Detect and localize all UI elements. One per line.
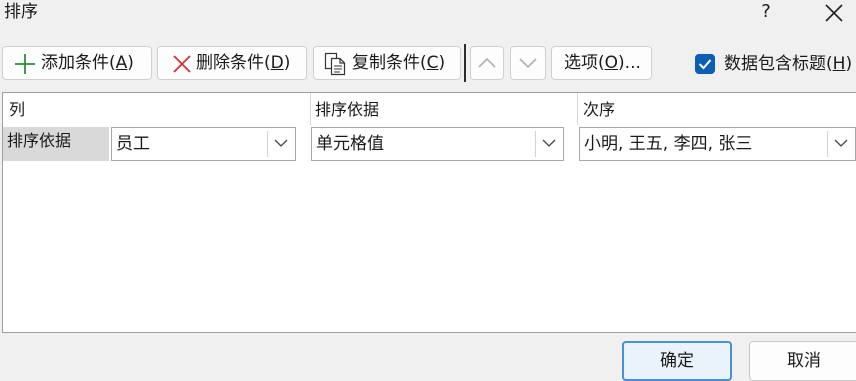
order-select-dropdown[interactable] xyxy=(827,131,853,157)
add-condition-label: 添加条件( xyxy=(41,53,116,73)
delete-condition-close-paren: ) xyxy=(283,53,291,73)
has-headers-checkbox[interactable] xyxy=(695,54,715,74)
header-divider xyxy=(577,93,578,125)
add-condition-hotkey: A xyxy=(115,53,128,73)
header-order: 次序 xyxy=(583,100,616,119)
has-headers-close-paren: ) xyxy=(845,54,853,74)
options-label: 选项( xyxy=(564,53,605,73)
header-divider xyxy=(310,93,311,125)
column-select-dropdown[interactable] xyxy=(267,131,293,157)
add-condition-close-paren: ) xyxy=(127,53,134,73)
title-bar: 排序 ? xyxy=(0,0,856,32)
x-icon xyxy=(173,55,191,73)
options-button[interactable]: 选项(O)... xyxy=(551,46,652,80)
dialog-title: 排序 xyxy=(4,2,38,22)
checkmark-icon xyxy=(698,59,712,70)
delete-condition-button[interactable]: 删除条件(D) xyxy=(157,46,307,80)
sort-on-select-dropdown[interactable] xyxy=(535,131,561,157)
add-condition-button[interactable]: 添加条件(A) xyxy=(2,46,152,80)
copy-condition-label: 复制条件( xyxy=(352,53,427,73)
chevron-up-icon xyxy=(478,58,496,68)
order-select-value: 小明, 王五, 李四, 张三 xyxy=(584,134,753,154)
close-button[interactable] xyxy=(816,0,852,26)
chevron-down-icon xyxy=(542,139,556,147)
has-headers-text: 数据包含标题( xyxy=(724,54,833,74)
order-select[interactable]: 小明, 王五, 李四, 张三 xyxy=(579,127,856,161)
row-label: 排序依据 xyxy=(7,131,72,150)
column-select[interactable]: 员工 xyxy=(111,127,296,161)
chevron-down-icon xyxy=(834,139,848,147)
plus-icon xyxy=(15,54,35,74)
header-column: 列 xyxy=(9,100,26,119)
copy-document-icon xyxy=(324,52,346,76)
chevron-down-icon xyxy=(274,139,288,147)
column-select-value: 员工 xyxy=(116,134,150,154)
help-button[interactable]: ? xyxy=(752,0,780,26)
options-suffix: )... xyxy=(618,53,641,73)
delete-condition-hotkey: D xyxy=(270,53,284,73)
sort-on-select-value: 单元格值 xyxy=(316,134,384,154)
move-down-button[interactable] xyxy=(510,46,546,80)
close-icon xyxy=(825,4,843,22)
has-headers-hotkey: H xyxy=(832,54,846,74)
copy-condition-close-paren: ) xyxy=(438,53,446,73)
copy-condition-hotkey: C xyxy=(426,53,439,73)
toolbar-separator xyxy=(464,44,466,82)
sort-conditions-grid: 列 排序依据 次序 排序依据 员工 单元格值 小明, 王五, 李四, 张三 xyxy=(2,92,856,333)
delete-condition-label: 删除条件( xyxy=(196,53,271,73)
copy-condition-button[interactable]: 复制条件(C) xyxy=(313,46,461,80)
ok-button[interactable]: 确定 xyxy=(622,341,732,381)
sort-on-select[interactable]: 单元格值 xyxy=(311,127,564,161)
move-up-button[interactable] xyxy=(470,46,504,80)
header-sort-on: 排序依据 xyxy=(315,100,380,119)
options-hotkey: O xyxy=(604,53,619,73)
chevron-down-icon xyxy=(519,58,537,68)
has-headers-label[interactable]: 数据包含标题(H) xyxy=(724,48,852,80)
cancel-button[interactable]: 取消 xyxy=(749,341,856,381)
